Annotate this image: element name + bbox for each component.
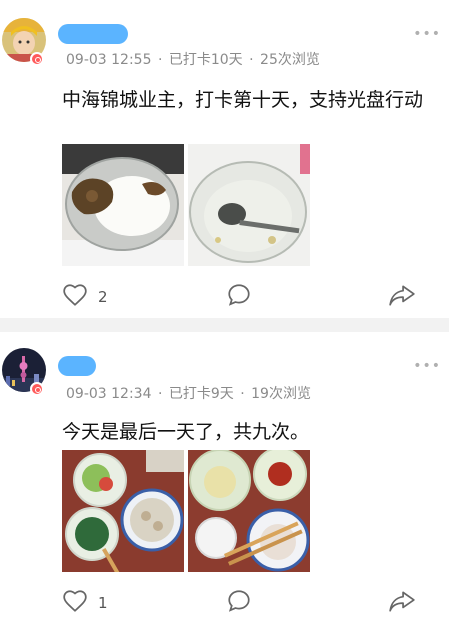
meta-separator: · xyxy=(157,52,163,68)
speech-bubble-icon[interactable] xyxy=(226,282,252,312)
post-actions: 1 xyxy=(0,588,449,618)
location-badge-icon xyxy=(30,52,44,66)
meta-separator: · xyxy=(240,386,245,402)
lunch-tray-photo[interactable] xyxy=(62,450,184,572)
speech-bubble-icon[interactable] xyxy=(226,588,252,618)
empty-bowl-with-spoon-photo[interactable] xyxy=(188,144,310,266)
like-count: 2 xyxy=(98,288,108,306)
username-redacted[interactable] xyxy=(58,356,96,376)
rice-with-meat-photo[interactable] xyxy=(62,144,184,266)
post-text: 中海锦城业主，打卡第十天，支持光盘行动 xyxy=(62,89,424,111)
empty-bowls-photo[interactable] xyxy=(188,450,310,572)
meta-separator: · xyxy=(157,386,163,402)
heart-outline-icon[interactable] xyxy=(62,282,88,312)
post-meta: 09-03 12:55 · 已打卡10天 · 25次浏览 xyxy=(66,49,322,69)
feed-post: 09-03 12:55 · 已打卡10天 · 25次浏览 ••• 中海锦城业主，… xyxy=(0,0,449,318)
post-text: 今天是最后一天了，共九次。 xyxy=(62,421,310,443)
post-meta: 09-03 12:34 · 已打卡9天 · 19次浏览 xyxy=(66,383,313,403)
location-badge-icon xyxy=(30,382,44,396)
post-actions: 2 xyxy=(0,282,449,312)
share-arrow-icon[interactable] xyxy=(388,282,416,312)
ellipsis-icon[interactable]: ••• xyxy=(413,26,441,42)
feed-post: 09-03 12:34 · 已打卡9天 · 19次浏览 ••• 今天是最后一天了… xyxy=(0,332,449,612)
view-count: 19次浏览 xyxy=(251,386,311,402)
ellipsis-icon[interactable]: ••• xyxy=(413,358,441,374)
heart-outline-icon[interactable] xyxy=(62,588,88,618)
meta-separator: · xyxy=(249,52,254,68)
checkin-days: 已打卡10天 xyxy=(168,52,243,68)
post-date: 09-03 12:55 xyxy=(66,52,152,68)
checkin-days: 已打卡9天 xyxy=(168,386,234,402)
post-date: 09-03 12:34 xyxy=(66,386,152,402)
share-arrow-icon[interactable] xyxy=(388,588,416,618)
post-separator xyxy=(0,318,449,332)
view-count: 25次浏览 xyxy=(260,52,320,68)
like-count: 1 xyxy=(98,594,108,612)
username-redacted[interactable] xyxy=(58,24,128,44)
